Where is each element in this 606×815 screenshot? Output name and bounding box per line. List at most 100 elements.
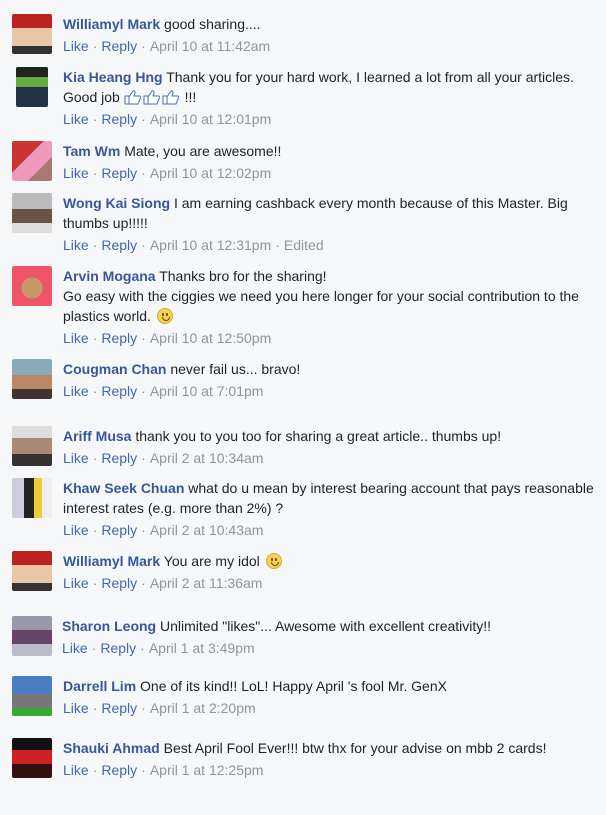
like-link[interactable]: Like (63, 762, 89, 778)
reply-link[interactable]: Reply (101, 165, 137, 181)
like-link[interactable]: Like (63, 383, 89, 399)
timestamp[interactable]: April 2 at 10:34am (150, 450, 264, 466)
author-link[interactable]: Williamyl Mark (63, 16, 160, 32)
like-link[interactable]: Like (63, 165, 89, 181)
avatar[interactable] (12, 551, 52, 591)
author-link[interactable]: Ariff Musa (63, 428, 131, 444)
comment-text: Kia Heang Hng Thank you for your hard wo… (63, 67, 596, 107)
comment-message: thank you to you too for sharing a great… (135, 428, 502, 444)
edited-label[interactable]: Edited (284, 237, 324, 253)
like-link[interactable]: Like (62, 640, 88, 656)
separator: · (92, 575, 98, 591)
like-link[interactable]: Like (63, 700, 89, 716)
comment-text: Darrell Lim One of its kind!! LoL! Happy… (63, 676, 596, 696)
separator: · (141, 762, 146, 778)
author-link[interactable]: Khaw Seek Chuan (63, 480, 184, 496)
like-link[interactable]: Like (63, 450, 89, 466)
comment-text: Williamyl Mark good sharing.... (63, 14, 596, 34)
timestamp[interactable]: April 10 at 11:42am (150, 38, 270, 54)
timestamp[interactable]: April 1 at 12:25pm (150, 762, 264, 778)
comment-actions: Like · Reply · April 10 at 12:31pm · Edited (63, 235, 596, 255)
avatar[interactable] (12, 193, 52, 233)
comment-message-suffix: !!! (184, 89, 197, 105)
avatar[interactable] (12, 359, 52, 399)
avatar[interactable] (12, 478, 52, 518)
separator: · (92, 330, 98, 346)
reply-link[interactable]: Reply (101, 575, 137, 591)
separator: · (92, 762, 98, 778)
separator: · (91, 640, 97, 656)
separator: · (92, 383, 98, 399)
separator: · (92, 38, 98, 54)
timestamp[interactable]: April 10 at 12:01pm (150, 111, 271, 127)
avatar[interactable] (12, 14, 52, 54)
timestamp[interactable]: April 10 at 7:01pm (150, 383, 264, 399)
comment-actions: Like · Reply · April 10 at 11:42am (63, 36, 596, 56)
separator: · (141, 700, 146, 716)
author-link[interactable]: Wong Kai Siong (63, 195, 170, 211)
comment-actions: Like · Reply · April 10 at 12:01pm (63, 109, 596, 129)
like-link[interactable]: Like (63, 237, 89, 253)
smiley-icon (265, 553, 282, 569)
comment-message: Go easy with the ciggies we need you her… (63, 288, 579, 324)
timestamp[interactable]: April 1 at 2:20pm (150, 700, 256, 716)
comment-message: Thanks bro for the sharing! (159, 268, 327, 284)
author-link[interactable]: Darrell Lim (63, 678, 136, 694)
separator: · (141, 383, 146, 399)
timestamp[interactable]: April 2 at 10:43am (150, 522, 264, 538)
author-link[interactable]: Williamyl Mark (63, 553, 160, 569)
reply-link[interactable]: Reply (101, 700, 137, 716)
avatar[interactable] (12, 141, 52, 181)
separator: · (92, 522, 98, 538)
author-link[interactable]: Kia Heang Hng (63, 69, 163, 85)
author-link[interactable]: Sharon Leong (62, 618, 156, 634)
reply-link[interactable]: Reply (101, 450, 137, 466)
comment-message: Best April Fool Ever!!! btw thx for your… (163, 740, 547, 756)
reply-link[interactable]: Reply (101, 522, 137, 538)
author-link[interactable]: Cougman Chan (63, 361, 166, 377)
comment-message: Unlimited "likes"... Awesome with excell… (160, 618, 492, 634)
thumbs-up-icon (143, 90, 160, 105)
timestamp[interactable]: April 2 at 11:36am (150, 575, 263, 591)
separator: · (141, 330, 146, 346)
comment-message: You are my idol (163, 553, 260, 569)
avatar[interactable] (12, 426, 52, 466)
reply-link[interactable]: Reply (101, 237, 137, 253)
comment-message: One of its kind!! LoL! Happy April 's fo… (140, 678, 447, 694)
avatar[interactable] (16, 67, 48, 107)
author-link[interactable]: Shauki Ahmad (63, 740, 160, 756)
avatar[interactable] (12, 616, 52, 656)
comment-text: Cougman Chan never fail us... bravo! (63, 359, 596, 379)
reply-link[interactable]: Reply (101, 38, 137, 54)
timestamp[interactable]: April 10 at 12:02pm (150, 165, 271, 181)
comment-actions: Like · Reply · April 10 at 12:50pm (63, 328, 596, 348)
separator: · (92, 111, 98, 127)
like-link[interactable]: Like (63, 575, 89, 591)
comment-actions: Like · Reply · April 10 at 12:02pm (63, 163, 596, 183)
reply-link[interactable]: Reply (101, 330, 137, 346)
like-link[interactable]: Like (63, 330, 89, 346)
timestamp[interactable]: April 10 at 12:31pm (150, 237, 271, 253)
reply-link[interactable]: Reply (100, 640, 136, 656)
timestamp[interactable]: April 1 at 3:49pm (149, 640, 255, 656)
comment-text: Sharon Leong Unlimited "likes"... Awesom… (62, 616, 596, 636)
comment-message: Mate, you are awesome!! (124, 143, 282, 159)
comment-message: never fail us... bravo! (170, 361, 301, 377)
reply-link[interactable]: Reply (101, 383, 137, 399)
avatar[interactable] (12, 738, 52, 778)
separator: · (92, 237, 98, 253)
like-link[interactable]: Like (63, 111, 89, 127)
comment-text: Tam Wm Mate, you are awesome!! (63, 141, 596, 161)
avatar[interactable] (12, 676, 52, 716)
smiley-icon (156, 308, 173, 324)
author-link[interactable]: Tam Wm (63, 143, 120, 159)
comment-text: Khaw Seek Chuan what do u mean by intere… (63, 478, 596, 518)
reply-link[interactable]: Reply (101, 762, 137, 778)
author-link[interactable]: Arvin Mogana (63, 268, 156, 284)
like-link[interactable]: Like (63, 38, 89, 54)
avatar[interactable] (12, 266, 52, 306)
reply-link[interactable]: Reply (101, 111, 137, 127)
comment-text: Williamyl Mark You are my idol (63, 551, 596, 571)
timestamp[interactable]: April 10 at 12:50pm (150, 330, 271, 346)
like-link[interactable]: Like (63, 522, 89, 538)
